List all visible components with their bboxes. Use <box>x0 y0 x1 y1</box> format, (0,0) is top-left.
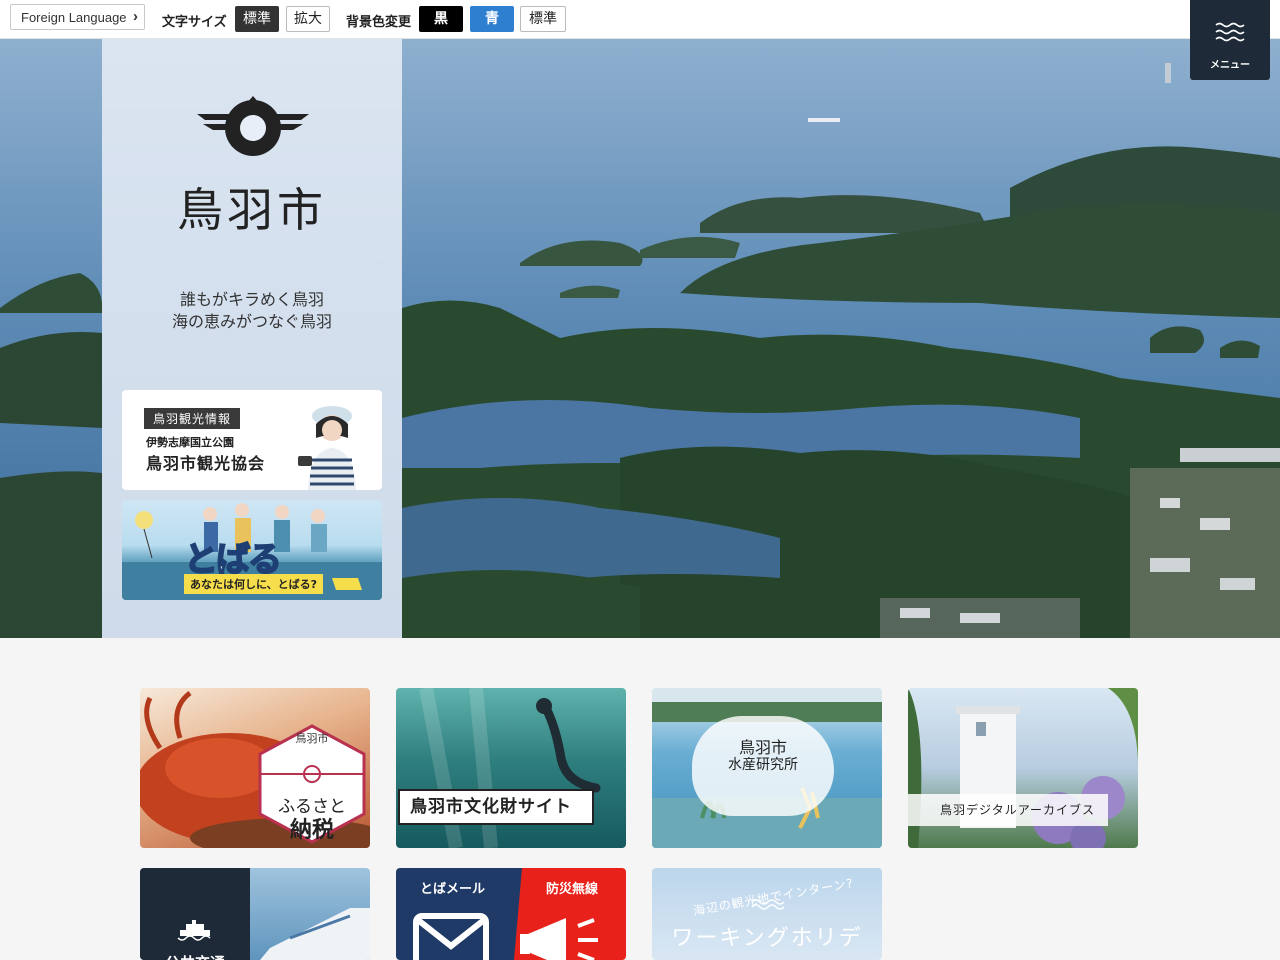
tourism-tag: 鳥羽観光情報 <box>144 408 241 429</box>
guide-person-illustration <box>290 398 370 490</box>
tobaru-caption: あなたは何しに、とばる? <box>184 574 324 594</box>
foreign-language-label: Foreign Language <box>21 10 127 25</box>
slogan-line-2: 海の恵みがつなぐ鳥羽 <box>171 312 332 331</box>
envelope-icon <box>413 913 489 960</box>
slogan-line-1: 誰もがキラめく鳥羽 <box>179 290 324 309</box>
bg-blue-button[interactable]: 青 <box>470 6 514 32</box>
furusato-nouzei-tile[interactable]: 鳥羽市 ふるさと 納税 <box>140 688 370 848</box>
font-size-standard-button[interactable]: 標準 <box>235 6 279 32</box>
digital-archive-tile[interactable]: 鳥羽デジタルアーカイブス <box>908 688 1138 848</box>
utility-bar: Foreign Language › 文字サイズ 標準 拡大 背景色変更 黒 青… <box>0 0 1280 39</box>
public-transport-label: 公共交通 <box>140 952 250 960</box>
suisan-line2: 水産研究所 <box>728 757 798 773</box>
cultural-property-label: 鳥羽市文化財サイト <box>398 789 594 825</box>
furusato-line2: 納税 <box>289 818 334 843</box>
foreign-language-button[interactable]: Foreign Language › <box>10 4 145 30</box>
hero-section: 鳥羽市 誰もがキラめく鳥羽 海の恵みがつなぐ鳥羽 鳥羽観光情報 伊勢志摩国立公園… <box>0 38 1280 638</box>
working-holiday-title: ワーキングホリデー <box>671 926 863 960</box>
city-emblem-icon <box>197 96 309 156</box>
cultural-property-tile[interactable]: 鳥羽市文化財サイト <box>396 688 626 848</box>
tobaru-banner[interactable]: とばる あなたは何しに、とばる? <box>122 500 382 600</box>
font-size-label: 文字サイズ <box>162 15 227 30</box>
menu-button[interactable]: メニュー <box>1190 0 1270 80</box>
mail-megaphone-icons <box>413 913 598 960</box>
chevron-right-icon: › <box>133 8 138 25</box>
public-transport-tile[interactable]: 公共交通 <box>140 868 370 960</box>
bg-black-button[interactable]: 黒 <box>419 6 463 32</box>
working-holiday-tile[interactable]: 海辺の観光地でインターン? ワーキングホリデー <box>652 868 882 960</box>
tourism-association-banner[interactable]: 鳥羽観光情報 伊勢志摩国立公園 鳥羽市観光協会 <box>122 390 382 490</box>
ferry-photo <box>177 908 370 960</box>
menu-label: メニュー <box>1210 60 1250 71</box>
waves-menu-icon <box>1215 22 1245 42</box>
city-name-title: 鳥羽市 <box>177 183 327 237</box>
tourism-main: 鳥羽市観光協会 <box>146 454 266 473</box>
bg-color-label: 背景色変更 <box>346 15 412 30</box>
toba-mail-bousai-tile[interactable]: とばメール 防災無線 <box>396 868 626 960</box>
font-size-large-button[interactable]: 拡大 <box>286 6 330 32</box>
bg-standard-button[interactable]: 標準 <box>520 6 566 32</box>
furusato-city: 鳥羽市 <box>295 732 329 745</box>
digital-archive-label: 鳥羽デジタルアーカイブス <box>908 794 1108 826</box>
brand-panel: 鳥羽市 誰もがキラめく鳥羽 海の恵みがつなぐ鳥羽 鳥羽観光情報 伊勢志摩国立公園… <box>102 38 402 638</box>
fisheries-research-tile[interactable]: 鳥羽市 水産研究所 <box>652 688 882 848</box>
furusato-badge: 鳥羽市 ふるさと 納税 <box>258 724 366 844</box>
tourism-sub: 伊勢志摩国立公園 <box>146 436 234 449</box>
megaphone-icon <box>520 918 598 960</box>
